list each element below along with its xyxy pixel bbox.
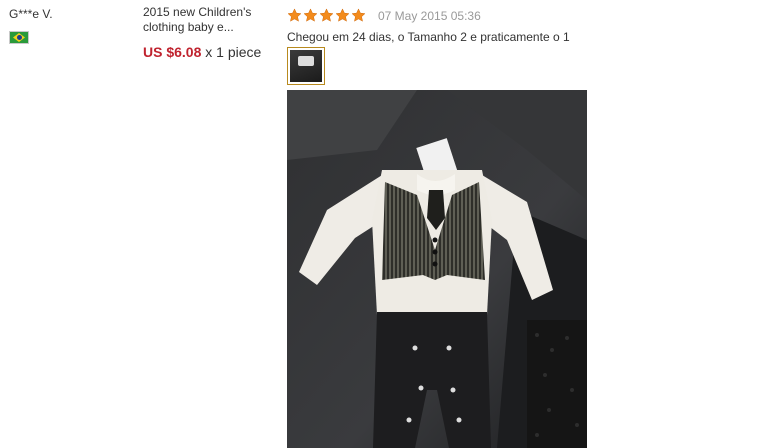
buyer-name: G***e V. <box>9 7 53 21</box>
rating-line: 07 May 2015 05:36 <box>287 7 757 24</box>
star-icon <box>335 8 350 22</box>
baby-suit-photo <box>287 90 587 448</box>
brazil-flag-icon <box>9 31 29 44</box>
feedback-content: 07 May 2015 05:36 Chegou em 24 dias, o T… <box>287 7 757 85</box>
buyer-info: G***e V. <box>9 7 129 44</box>
product-title-link[interactable]: 2015 new Children's clothing baby e... <box>143 5 278 35</box>
product-info: 2015 new Children's clothing baby e... U… <box>143 5 278 60</box>
product-price-line: US $6.08 x 1 piece <box>143 44 278 60</box>
quantity-text: x 1 piece <box>205 44 262 60</box>
review-row: G***e V. 2015 new Children's clothing ba… <box>0 0 767 448</box>
star-icon <box>351 8 366 22</box>
star-rating <box>287 8 366 23</box>
star-icon <box>319 8 334 22</box>
review-text: Chegou em 24 dias, o Tamanho 2 e pratica… <box>287 30 570 44</box>
price-amount: US $6.08 <box>143 44 202 60</box>
star-icon <box>303 8 318 22</box>
star-icon <box>287 8 302 22</box>
review-photo-thumbnail[interactable] <box>287 47 325 85</box>
review-date: 07 May 2015 05:36 <box>378 8 481 23</box>
